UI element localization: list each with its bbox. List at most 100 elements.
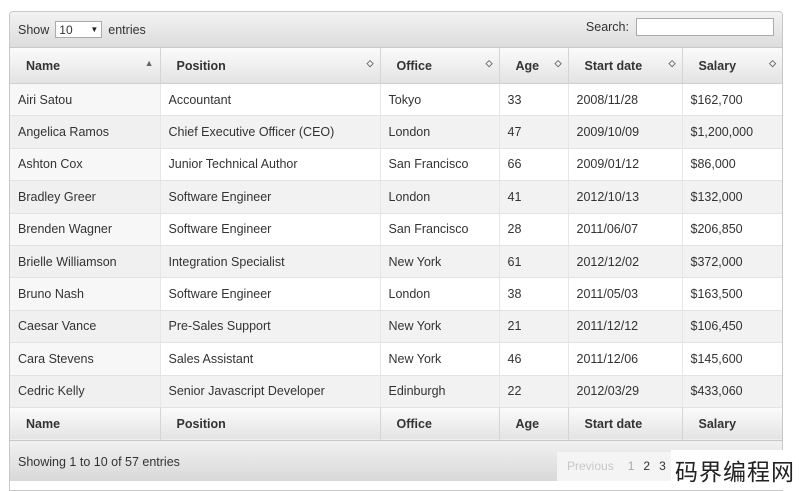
cell-position: Accountant (160, 83, 381, 117)
cell-age: 33 (499, 83, 569, 117)
cell-salary: $132,000 (682, 180, 782, 214)
cell-age: 47 (499, 115, 569, 149)
cell-start-date: 2012/03/29 (568, 375, 683, 408)
cell-position: Software Engineer (160, 213, 381, 246)
cell-name: Cedric Kelly (10, 375, 161, 408)
sort-both-icon: ◇ (554, 58, 562, 68)
table-row: Bradley Greer Software Engineer London 41 20… (10, 180, 782, 214)
column-header-name[interactable]: Name ▲ (10, 48, 161, 84)
cell-start-date: 2009/01/12 (568, 148, 683, 182)
sort-both-icon: ◇ (485, 58, 493, 68)
column-header-office[interactable]: Office ◇ (380, 48, 500, 84)
cell-salary: $86,000 (682, 148, 782, 182)
cell-name: Bradley Greer (10, 180, 161, 214)
cell-office: Tokyo (380, 83, 500, 117)
cell-office: San Francisco (380, 213, 500, 246)
footer-column-name: Name (10, 406, 161, 440)
footer-header-row: Name Position Office Age Start date Sala… (10, 406, 782, 440)
cell-start-date: 2011/06/07 (568, 213, 683, 246)
cell-age: 22 (499, 375, 569, 408)
cell-name: Angelica Ramos (10, 115, 161, 149)
cell-position: Junior Technical Author (160, 148, 381, 182)
column-header-age[interactable]: Age ◇ (499, 48, 569, 84)
cell-name: Airi Satou (10, 83, 161, 117)
cell-start-date: 2008/11/28 (568, 83, 683, 117)
table-row: Cara Stevens Sales Assistant New York 46 201… (10, 342, 782, 376)
cell-position: Pre-Sales Support (160, 310, 381, 344)
table-row: Brielle Williamson Integration Specialist… (10, 245, 782, 279)
table-row: Caesar Vance Pre-Sales Support New York 21 2… (10, 310, 782, 344)
footer-column-age: Age (499, 406, 569, 440)
table-footer-bar: Showing 1 to 10 of 57 entries Previous 1… (10, 439, 782, 481)
table-info: Showing 1 to 10 of 57 entries (18, 454, 180, 469)
cell-salary: $433,060 (682, 375, 782, 408)
header-row: Name ▲ Position ◇ Office ◇ Age ◇ Start date ◇… (10, 48, 782, 84)
cell-start-date: 2011/05/03 (568, 277, 683, 311)
cell-office: San Francisco (380, 148, 500, 182)
previous-button[interactable]: Previous (567, 459, 614, 473)
watermark-logo: 码界编程网 (671, 450, 799, 490)
show-label: Show (18, 22, 50, 37)
sort-both-icon: ◇ (668, 58, 676, 68)
cell-position: Software Engineer (160, 180, 381, 214)
cell-position: Integration Specialist (160, 245, 381, 279)
cell-position: Sales Assistant (160, 342, 381, 376)
page-button-1[interactable]: 1 (628, 459, 635, 473)
cell-start-date: 2011/12/12 (568, 310, 683, 344)
entries-length-select[interactable]: 10 ▼ (55, 21, 103, 38)
search-input[interactable] (636, 18, 774, 36)
table-row: Ashton Cox Junior Technical Author San Fra… (10, 148, 782, 182)
cell-position: Software Engineer (160, 277, 381, 311)
cell-name: Cara Stevens (10, 342, 161, 376)
cell-name: Brielle Williamson (10, 245, 161, 279)
datatable-wrapper: Show 10 ▼ entries Search: Name ▲ Position… (9, 11, 783, 491)
footer-column-position: Position (160, 406, 381, 440)
cell-office: London (380, 180, 500, 214)
cell-age: 66 (499, 148, 569, 182)
cell-salary: $372,000 (682, 245, 782, 279)
cell-age: 38 (499, 277, 569, 311)
cell-age: 21 (499, 310, 569, 344)
cell-salary: $1,200,000 (682, 115, 782, 149)
cell-age: 46 (499, 342, 569, 376)
cell-name: Ashton Cox (10, 148, 161, 182)
footer-column-start-date: Start date (568, 406, 683, 440)
footer-column-salary: Salary (682, 406, 782, 440)
cell-name: Caesar Vance (10, 310, 161, 344)
data-table: Name ▲ Position ◇ Office ◇ Age ◇ Start date ◇… (10, 48, 782, 440)
sort-asc-icon: ▲ (144, 58, 154, 68)
cell-office: New York (380, 342, 500, 376)
cell-salary: $162,700 (682, 83, 782, 117)
cell-position: Chief Executive Officer (CEO) (160, 115, 381, 149)
cell-salary: $106,450 (682, 310, 782, 344)
cell-office: London (380, 277, 500, 311)
page-button-3[interactable]: 3 (659, 459, 666, 473)
page-button-2[interactable]: 2 (643, 459, 650, 473)
column-header-position[interactable]: Position ◇ (160, 48, 381, 84)
table-row: Airi Satou Accountant Tokyo 33 2008/11/28 $16… (10, 83, 782, 117)
entries-length-control: Show 10 ▼ entries (18, 21, 146, 38)
table-body: Airi Satou Accountant Tokyo 33 2008/11/28 $16… (10, 83, 782, 408)
cell-office: New York (380, 310, 500, 344)
footer-column-office: Office (380, 406, 500, 440)
cell-age: 41 (499, 180, 569, 214)
column-header-salary[interactable]: Salary ◇ (682, 48, 782, 84)
cell-name: Bruno Nash (10, 277, 161, 311)
cell-salary: $145,600 (682, 342, 782, 376)
entries-label: entries (108, 22, 146, 37)
column-header-start-date[interactable]: Start date ◇ (568, 48, 683, 84)
cell-age: 28 (499, 213, 569, 246)
sort-both-icon: ◇ (366, 58, 374, 68)
sort-both-icon: ◇ (769, 58, 776, 68)
cell-start-date: 2012/10/13 (568, 180, 683, 214)
chevron-down-icon: ▼ (90, 25, 99, 34)
cell-start-date: 2012/12/02 (568, 245, 683, 279)
search-label: Search: (585, 20, 629, 34)
cell-name: Brenden Wagner (10, 213, 161, 246)
cell-salary: $206,850 (682, 213, 782, 246)
search-control: Search: (586, 18, 774, 36)
table-row: Bruno Nash Software Engineer London 38 2011/… (10, 277, 782, 311)
table-toolbar: Show 10 ▼ entries Search: (10, 12, 782, 48)
cell-office: New York (380, 245, 500, 279)
cell-age: 61 (499, 245, 569, 279)
